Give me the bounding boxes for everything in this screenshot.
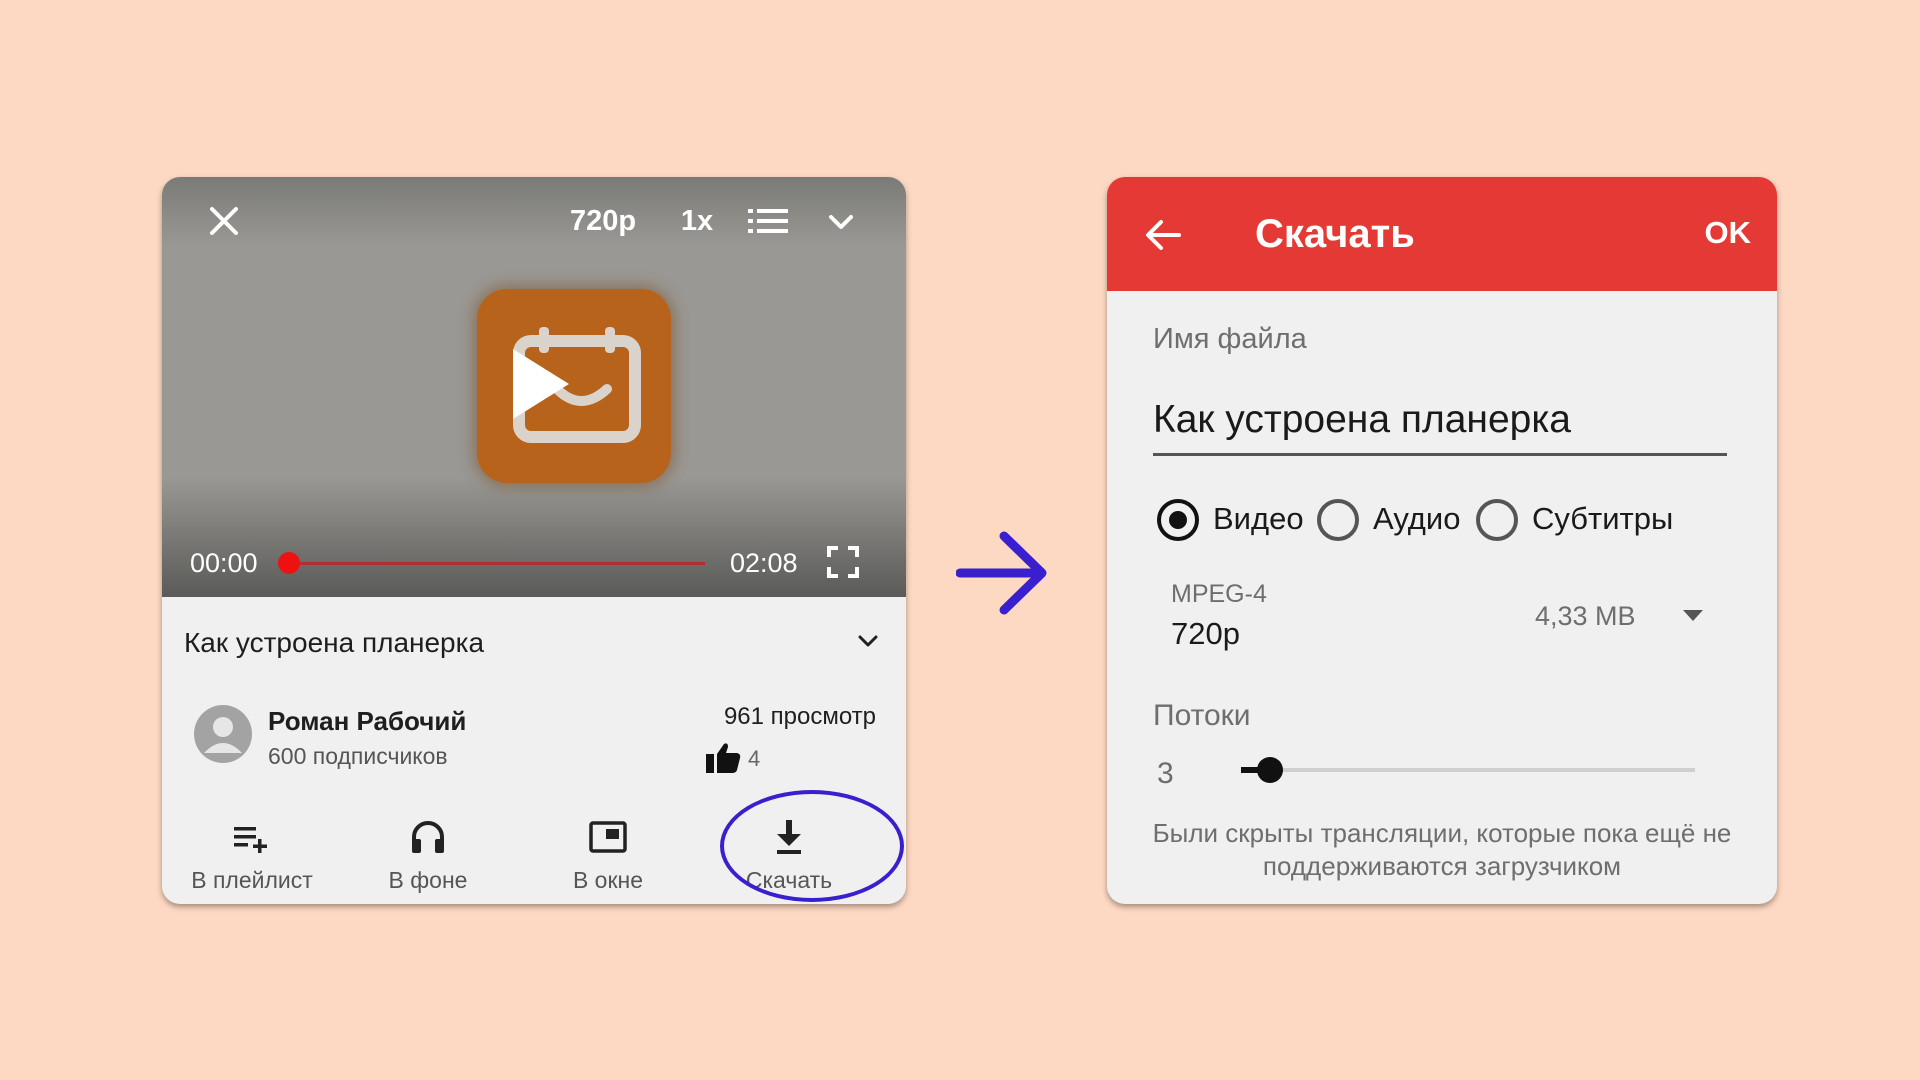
current-time: 00:00 bbox=[190, 548, 258, 578]
playlist-add-icon bbox=[234, 827, 267, 853]
format-select[interactable]: MPEG-4 720p 4,33 MB bbox=[1155, 575, 1705, 665]
player-panel: 720p 1x 00:00 02:08 Как устроена планерк… bbox=[162, 177, 906, 904]
channel-row: Роман Рабочий 600 подписчиков 961 просмо… bbox=[162, 685, 906, 795]
add-to-playlist-label: В плейлист bbox=[191, 867, 313, 893]
ok-button[interactable]: OK bbox=[1705, 213, 1752, 253]
seek-bar[interactable] bbox=[289, 562, 705, 565]
quality-button[interactable]: 720p bbox=[558, 201, 648, 241]
popup-play-button[interactable]: В окне bbox=[518, 795, 698, 904]
format-quality: 720p bbox=[1171, 616, 1240, 651]
avatar-icon bbox=[204, 717, 242, 753]
format-size: 4,33 MB bbox=[1535, 601, 1636, 631]
popup-icon bbox=[589, 821, 627, 853]
threads-value: 3 bbox=[1157, 757, 1174, 790]
background-play-button[interactable]: В фоне bbox=[338, 795, 518, 904]
player-top-bar: 720p 1x bbox=[162, 177, 906, 257]
thumbs-up-icon[interactable] bbox=[704, 741, 742, 775]
notice-text: Были скрыты трансляции, которые пока ещё… bbox=[1152, 818, 1732, 881]
dropdown-icon[interactable] bbox=[1681, 607, 1705, 623]
total-time: 02:08 bbox=[730, 548, 798, 578]
video-area[interactable]: 720p 1x 00:00 02:08 bbox=[162, 177, 906, 597]
like-count: 4 bbox=[748, 746, 761, 771]
collapse-icon[interactable] bbox=[826, 207, 856, 237]
queue-icon[interactable] bbox=[746, 205, 790, 237]
expand-icon[interactable] bbox=[856, 629, 880, 653]
threads-slider[interactable] bbox=[1241, 768, 1695, 772]
format-name: MPEG-4 bbox=[1171, 580, 1267, 608]
radio-audio[interactable]: Аудио bbox=[1317, 495, 1467, 543]
filename-label: Имя файла bbox=[1153, 323, 1307, 355]
view-count: 961 просмотр bbox=[723, 703, 876, 730]
speed-button[interactable]: 1x bbox=[662, 201, 732, 241]
radio-audio-circle[interactable] bbox=[1317, 499, 1359, 541]
download-dialog: Скачать OK Имя файла Как устроена планер… bbox=[1107, 177, 1777, 904]
radio-subtitles-label: Субтитры bbox=[1532, 501, 1674, 536]
avatar[interactable] bbox=[194, 705, 252, 763]
add-to-playlist-button[interactable]: В плейлист bbox=[162, 795, 342, 904]
download-button[interactable]: Скачать bbox=[699, 795, 879, 904]
dialog-header: Скачать OK bbox=[1107, 177, 1777, 291]
fullscreen-icon[interactable] bbox=[826, 545, 860, 579]
download-label: Скачать bbox=[745, 867, 833, 893]
radio-selected-dot bbox=[1169, 511, 1187, 529]
action-bar: В плейлист В фоне В окне Скачать bbox=[162, 795, 906, 904]
dialog-title: Скачать bbox=[1255, 212, 1415, 256]
threads-label: Потоки bbox=[1153, 699, 1251, 732]
play-icon[interactable] bbox=[477, 289, 671, 483]
subscriber-count: 600 подписчиков bbox=[268, 743, 448, 769]
popup-play-label: В окне bbox=[572, 867, 644, 893]
video-title: Как устроена планерка bbox=[184, 627, 485, 658]
arrow-right-icon bbox=[956, 531, 1047, 615]
channel-name[interactable]: Роман Рабочий bbox=[268, 705, 466, 737]
download-icon bbox=[777, 820, 801, 854]
video-title-row[interactable]: Как устроена планерка bbox=[162, 597, 906, 685]
close-icon[interactable] bbox=[206, 203, 242, 239]
radio-video-label: Видео bbox=[1213, 501, 1304, 536]
radio-video[interactable]: Видео bbox=[1157, 495, 1317, 543]
back-icon[interactable] bbox=[1143, 215, 1183, 255]
seek-thumb[interactable] bbox=[278, 552, 300, 574]
headphones-icon bbox=[412, 821, 444, 853]
radio-subtitles[interactable]: Субтитры bbox=[1476, 495, 1686, 543]
radio-subtitles-circle[interactable] bbox=[1476, 499, 1518, 541]
video-thumbnail[interactable] bbox=[477, 289, 671, 483]
filename-field[interactable]: Как устроена планерка bbox=[1153, 395, 1727, 456]
background-play-label: В фоне bbox=[388, 867, 468, 893]
radio-video-circle[interactable] bbox=[1157, 499, 1199, 541]
radio-audio-label: Аудио bbox=[1373, 501, 1461, 536]
threads-slider-thumb[interactable] bbox=[1257, 757, 1283, 783]
